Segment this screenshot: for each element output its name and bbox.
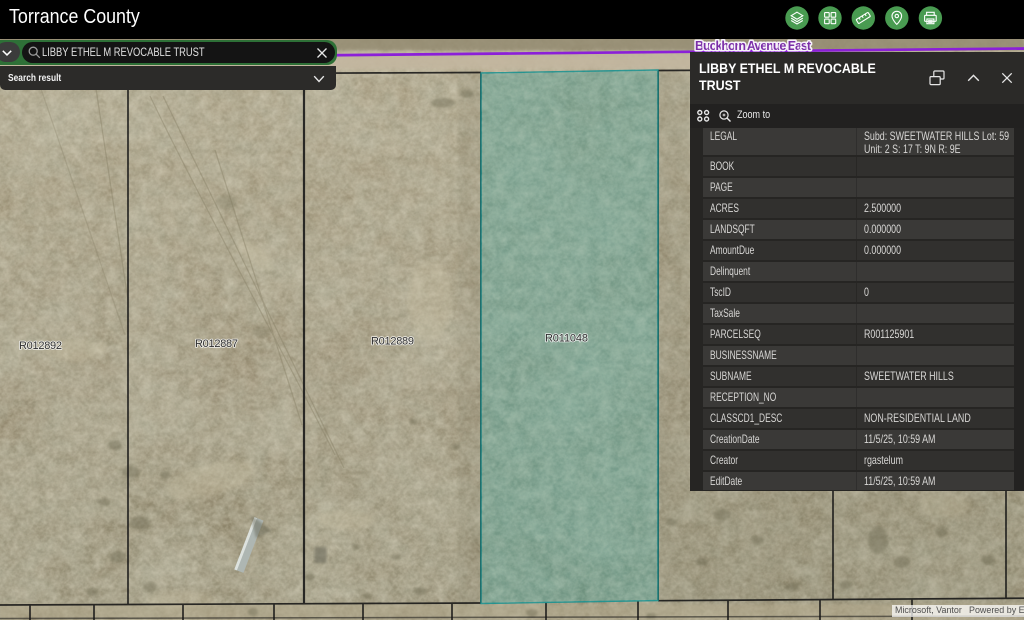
svg-text:R012887: R012887 bbox=[195, 338, 238, 350]
svg-text:R011048: R011048 bbox=[545, 333, 588, 345]
svg-text:Buckhorn Avenue East: Buckhorn Avenue East bbox=[695, 39, 812, 53]
svg-text:R012892: R012892 bbox=[19, 340, 62, 352]
svg-text:R012889: R012889 bbox=[371, 336, 414, 348]
